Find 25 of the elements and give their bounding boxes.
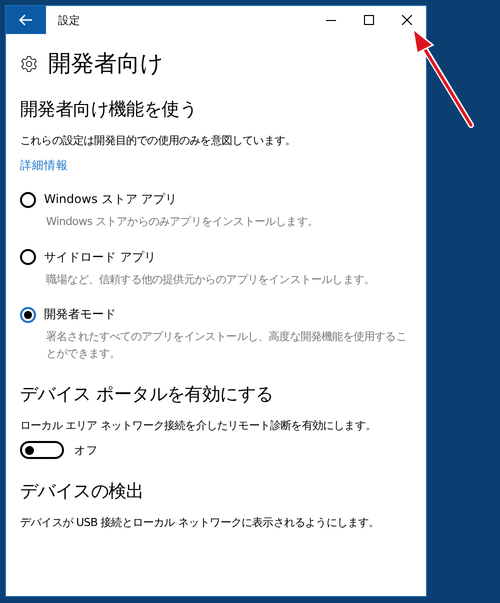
section-description: デバイスが USB 接続とローカル ネットワークに表示されるようにします。 [20,515,380,530]
maximize-icon [364,15,374,25]
section-description: ローカル エリア ネットワーク接続を介したリモート診断を有効にします。 [20,418,377,433]
learn-more-link[interactable]: 詳細情報 [20,158,68,173]
option-label[interactable]: サイドロード アプリ [44,248,156,266]
settings-icon [20,54,38,72]
toggle-label: オフ [74,442,98,458]
radio-button[interactable] [20,249,36,265]
section-heading: 開発者向け機能を使う [20,98,198,121]
section-heading: デバイスの検出 [20,480,145,503]
option-label[interactable]: Windows ストア アプリ [44,191,178,208]
page-title: 開発者向け [48,50,164,79]
radio-button[interactable] [20,306,36,322]
back-button[interactable] [6,6,46,34]
back-arrow-icon [19,14,33,26]
toggle-switch[interactable] [20,441,64,459]
section-description: これらの設定は開発目的での使用のみを意図しています。 [20,133,297,148]
option-description: 署名されたすべてのアプリをインストールし、高度な開発機能を使用することができます。 [46,329,408,362]
radio-button[interactable] [20,192,36,208]
window-title: 設定 [58,12,81,28]
close-icon [402,15,412,25]
option-description: 職場など、信頼する他の提供元からのアプリをインストールします。 [46,272,376,288]
option-label[interactable]: 開発者モード [44,306,116,323]
option-description: Windows ストアからのみアプリをインストールします。 [46,214,319,230]
section-heading: デバイス ポータルを有効にする [20,383,274,406]
